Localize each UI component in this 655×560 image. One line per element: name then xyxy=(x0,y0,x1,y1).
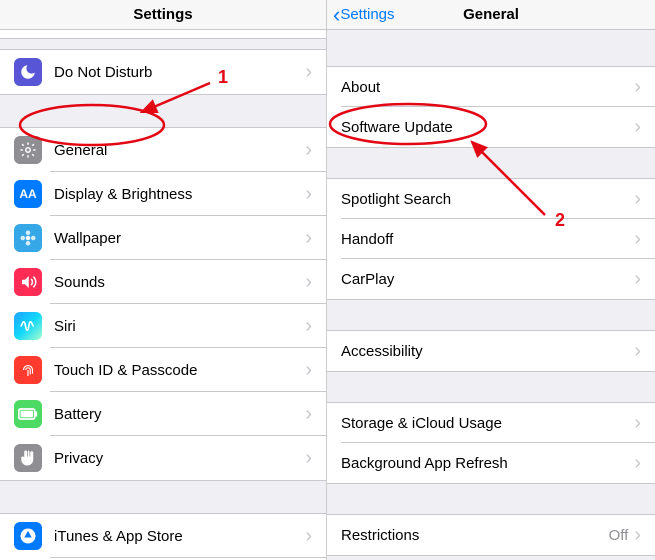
general-row-background-app-refresh[interactable]: Background App Refresh› xyxy=(327,443,655,483)
row-label: Handoff xyxy=(341,231,634,248)
row-value: Off xyxy=(609,527,629,544)
chevron-right-icon: › xyxy=(305,316,312,336)
general-row-storage-icloud-usage[interactable]: Storage & iCloud Usage› xyxy=(327,403,655,443)
row-label: CarPlay xyxy=(341,271,634,288)
row-label: Wallpaper xyxy=(54,230,305,247)
row-label: Accessibility xyxy=(341,343,634,360)
settings-row-do-not-disturb[interactable]: Do Not Disturb› xyxy=(0,50,326,94)
chevron-right-icon: › xyxy=(634,341,641,361)
row-label: Background App Refresh xyxy=(341,455,634,472)
fingerprint-icon xyxy=(14,356,42,384)
battery-icon xyxy=(14,400,42,428)
settings-row-wallpaper[interactable]: Wallpaper› xyxy=(0,216,326,260)
settings-row-itunes-app-store[interactable]: iTunes & App Store› xyxy=(0,514,326,558)
chevron-right-icon: › xyxy=(305,360,312,380)
general-panel: ‹ Settings General About›Software Update… xyxy=(327,0,655,560)
general-row-accessibility[interactable]: Accessibility› xyxy=(327,331,655,371)
chevron-right-icon: › xyxy=(634,453,641,473)
chevron-right-icon: › xyxy=(305,228,312,248)
chevron-right-icon: › xyxy=(305,526,312,546)
chevron-right-icon: › xyxy=(634,269,641,289)
settings-row-battery[interactable]: Battery› xyxy=(0,392,326,436)
back-button[interactable]: ‹ Settings xyxy=(327,4,395,26)
hand-icon xyxy=(14,444,42,472)
chevron-left-icon: ‹ xyxy=(333,4,340,26)
navbar-title: Settings xyxy=(0,6,326,23)
row-label: Spotlight Search xyxy=(341,191,634,208)
chevron-right-icon: › xyxy=(305,272,312,292)
moon-icon xyxy=(14,58,42,86)
settings-row-touch-id-passcode[interactable]: Touch ID & Passcode› xyxy=(0,348,326,392)
sound-icon xyxy=(14,268,42,296)
settings-row-general[interactable]: General› xyxy=(0,128,326,172)
row-label: Display & Brightness xyxy=(54,186,305,203)
back-label: Settings xyxy=(340,6,394,23)
row-label: About xyxy=(341,79,634,96)
siri-icon xyxy=(14,312,42,340)
row-label: Privacy xyxy=(54,450,305,467)
general-row-handoff[interactable]: Handoff› xyxy=(327,219,655,259)
row-label: Siri xyxy=(54,318,305,335)
chevron-right-icon: › xyxy=(305,62,312,82)
general-row-spotlight-search[interactable]: Spotlight Search› xyxy=(327,179,655,219)
general-row-software-update[interactable]: Software Update› xyxy=(327,107,655,147)
chevron-right-icon: › xyxy=(634,189,641,209)
general-row-about[interactable]: About› xyxy=(327,67,655,107)
settings-row-display-brightness[interactable]: AA Display & Brightness› xyxy=(0,172,326,216)
settings-row-privacy[interactable]: Privacy› xyxy=(0,436,326,480)
row-label: Do Not Disturb xyxy=(54,64,305,81)
row-label: Software Update xyxy=(341,119,634,136)
settings-row-sounds[interactable]: Sounds› xyxy=(0,260,326,304)
settings-row-siri[interactable]: Siri› xyxy=(0,304,326,348)
chevron-right-icon: › xyxy=(634,413,641,433)
chevron-right-icon: › xyxy=(634,229,641,249)
navbar-settings: Settings xyxy=(0,0,326,30)
general-row-carplay[interactable]: CarPlay› xyxy=(327,259,655,299)
chevron-right-icon: › xyxy=(305,140,312,160)
row-label: Storage & iCloud Usage xyxy=(341,415,634,432)
appstore-icon xyxy=(14,522,42,550)
row-label: Sounds xyxy=(54,274,305,291)
row-label: Touch ID & Passcode xyxy=(54,362,305,379)
row-label: Battery xyxy=(54,406,305,423)
settings-panel: Settings Do Not Disturb›General›AADispla… xyxy=(0,0,327,560)
chevron-right-icon: › xyxy=(634,77,641,97)
chevron-right-icon: › xyxy=(305,404,312,424)
gear-icon xyxy=(14,136,42,164)
chevron-right-icon: › xyxy=(634,117,641,137)
row-label: iTunes & App Store xyxy=(54,528,305,545)
chevron-right-icon: › xyxy=(305,184,312,204)
chevron-right-icon: › xyxy=(305,448,312,468)
textsize-icon: AA xyxy=(14,180,42,208)
chevron-right-icon: › xyxy=(634,525,641,545)
row-label: Restrictions xyxy=(341,527,609,544)
row-label: General xyxy=(54,142,305,159)
navbar-general: ‹ Settings General xyxy=(327,0,655,30)
general-row-restrictions[interactable]: RestrictionsOff › xyxy=(327,515,655,555)
flower-icon xyxy=(14,224,42,252)
